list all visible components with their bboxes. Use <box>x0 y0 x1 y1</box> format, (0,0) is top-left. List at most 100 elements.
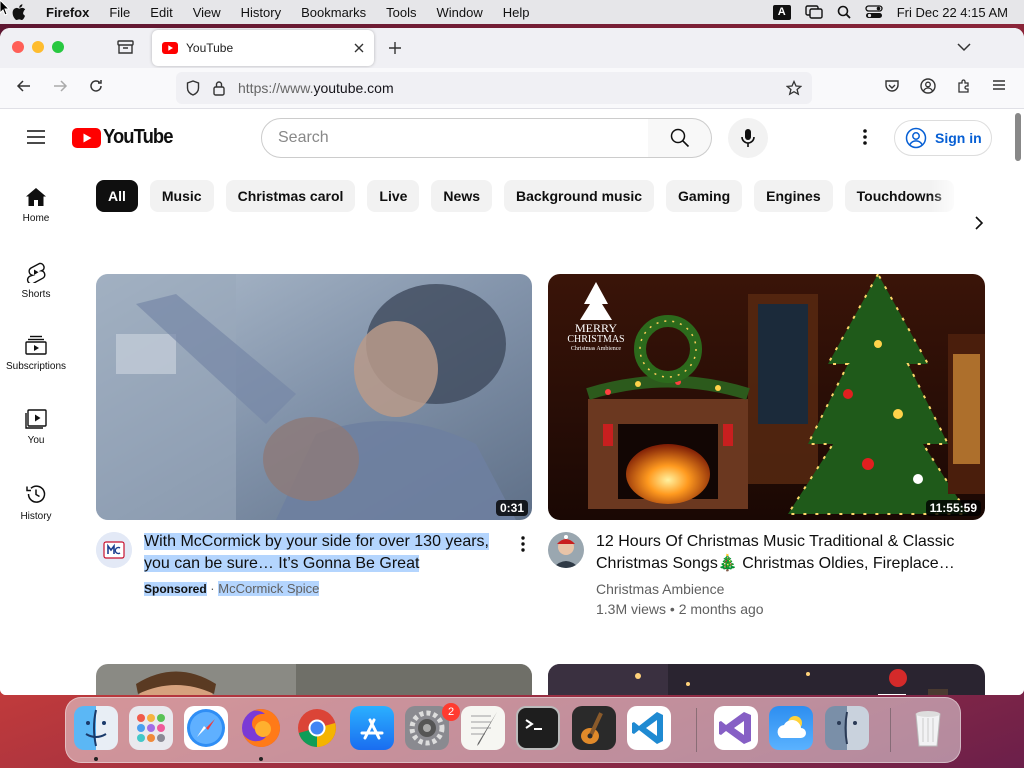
account-icon[interactable] <box>920 78 936 94</box>
menu-tools[interactable]: Tools <box>376 5 426 20</box>
chip-background-music[interactable]: Background music <box>504 180 655 212</box>
view-count: 1.3M views <box>596 601 667 617</box>
sponsored-badge: Sponsored <box>144 582 207 596</box>
video-thumbnail-row2-right[interactable] <box>548 664 985 695</box>
chip-gaming[interactable]: Gaming <box>666 180 743 212</box>
menu-bookmarks[interactable]: Bookmarks <box>291 5 376 20</box>
dock-separator <box>890 708 891 752</box>
chip-christmas-carol[interactable]: Christmas carol <box>225 180 356 212</box>
menu-app-firefox[interactable]: Firefox <box>36 5 99 20</box>
url-prefix: https://www. <box>238 80 314 96</box>
sidebar-item-subscriptions[interactable]: Subscriptions <box>0 335 72 372</box>
chip-live[interactable]: Live <box>367 180 420 212</box>
subscriptions-icon <box>25 335 47 355</box>
shorts-icon <box>26 262 46 283</box>
url-text[interactable]: https://www.youtube.com <box>238 80 394 96</box>
firefox-icon[interactable] <box>239 706 283 750</box>
sidebar-item-shorts[interactable]: Shorts <box>0 261 72 300</box>
menu-bar: Firefox File Edit View History Bookmarks… <box>0 0 1024 24</box>
minimize-window-button[interactable] <box>32 41 44 53</box>
video-duration: 11:55:59 <box>925 500 981 516</box>
input-source-indicator[interactable]: A <box>772 4 791 20</box>
spotlight-search-icon[interactable] <box>837 5 851 19</box>
textedit-icon[interactable] <box>461 706 505 750</box>
extensions-icon[interactable] <box>956 78 972 94</box>
ad-channel-name[interactable]: McCormick Spice <box>218 581 320 596</box>
zoom-window-button[interactable] <box>52 41 64 53</box>
video-thumbnail-christmas[interactable]: MERRY CHRISTMAS Christmas Ambience 11:55… <box>548 274 985 520</box>
thumbnail-image <box>96 274 532 520</box>
address-bar[interactable]: https://www.youtube.com <box>176 72 812 104</box>
pocket-icon[interactable] <box>884 78 900 94</box>
youtube-logo-text: YouTube <box>103 126 173 148</box>
sidebar-item-history[interactable]: History <box>0 483 72 522</box>
channel-avatar-mccormick[interactable] <box>96 532 132 568</box>
vscode-icon[interactable] <box>627 706 671 750</box>
menu-edit[interactable]: Edit <box>140 5 182 20</box>
menu-window[interactable]: Window <box>427 5 493 20</box>
back-icon[interactable] <box>16 78 32 94</box>
screen-mirroring-icon[interactable] <box>805 5 823 19</box>
bookmark-star-icon[interactable] <box>786 80 802 96</box>
sign-in-button[interactable]: Sign in <box>894 120 992 156</box>
youtube-favicon-icon <box>162 42 178 54</box>
video-title-christmas[interactable]: 12 Hours Of Christmas Music Traditional … <box>596 531 976 575</box>
search-input[interactable]: Search <box>261 118 649 158</box>
channel-avatar-christmas-ambience[interactable] <box>548 532 584 568</box>
chip-all[interactable]: All <box>96 180 138 212</box>
control-center-icon[interactable] <box>865 5 883 19</box>
visual-studio-icon[interactable] <box>714 706 758 750</box>
list-all-tabs-icon[interactable] <box>957 43 971 52</box>
video-thumbnail-mccormick[interactable]: 0:31 <box>96 274 532 520</box>
settings-more-icon[interactable] <box>863 129 867 145</box>
menu-file[interactable]: File <box>99 5 140 20</box>
finder-running-indicator <box>94 757 98 761</box>
tracking-protection-shield-icon[interactable] <box>186 80 200 96</box>
scrollbar-thumb[interactable] <box>1015 113 1021 161</box>
lock-icon[interactable] <box>212 80 226 96</box>
menu-help[interactable]: Help <box>493 5 540 20</box>
weather-icon[interactable] <box>769 706 813 750</box>
video-more-actions-icon[interactable] <box>521 536 525 552</box>
close-window-button[interactable] <box>12 41 24 53</box>
youtube-header: YouTube Search Sign in <box>0 109 1012 165</box>
sidebar-item-you[interactable]: You <box>0 409 72 446</box>
search-button[interactable] <box>648 118 712 158</box>
guide-menu-icon[interactable] <box>26 129 46 145</box>
sidebar-item-home[interactable]: Home <box>0 187 72 224</box>
app-menu-icon[interactable] <box>992 78 1006 92</box>
menu-history[interactable]: History <box>231 5 291 20</box>
video-title-line1: 12 Hours Of Christmas Music Traditional … <box>596 533 955 550</box>
launchpad-icon[interactable] <box>129 706 173 750</box>
tab-youtube[interactable]: YouTube <box>152 30 374 66</box>
garageband-icon[interactable] <box>572 706 616 750</box>
reload-icon[interactable] <box>88 78 104 94</box>
chip-engines[interactable]: Engines <box>754 180 833 212</box>
video-thumbnail-row2-left[interactable] <box>96 664 532 695</box>
chips-next-arrow-icon[interactable] <box>974 215 984 231</box>
firefox-view-icon[interactable] <box>117 40 134 55</box>
safari-icon[interactable] <box>184 706 228 750</box>
chip-news[interactable]: News <box>431 180 492 212</box>
video-title-mccormick[interactable]: With McCormick by your side for over 130… <box>144 531 504 575</box>
video-channel-name[interactable]: Christmas Ambience <box>596 579 724 599</box>
voice-search-button[interactable] <box>728 118 768 158</box>
sidebar-label-you: You <box>27 435 45 446</box>
menu-view[interactable]: View <box>183 5 231 20</box>
app-store-icon[interactable] <box>350 706 394 750</box>
youtube-logo[interactable]: YouTube <box>72 126 179 149</box>
finder-folder-icon[interactable] <box>825 706 869 750</box>
tab-bar: YouTube <box>0 28 1024 68</box>
trash-icon[interactable] <box>906 706 950 750</box>
page-scrollbar[interactable] <box>1014 109 1022 695</box>
url-domain: youtube.com <box>313 80 394 96</box>
new-tab-icon[interactable] <box>388 41 402 55</box>
chrome-icon[interactable] <box>295 706 339 750</box>
chip-music[interactable]: Music <box>149 180 214 212</box>
sign-in-label: Sign in <box>935 130 982 146</box>
forward-icon[interactable] <box>52 78 68 94</box>
close-tab-icon[interactable] <box>354 43 364 53</box>
terminal-icon[interactable] <box>516 706 560 750</box>
finder-icon[interactable] <box>74 706 118 750</box>
clock[interactable]: Fri Dec 22 4:15 AM <box>897 5 1008 20</box>
